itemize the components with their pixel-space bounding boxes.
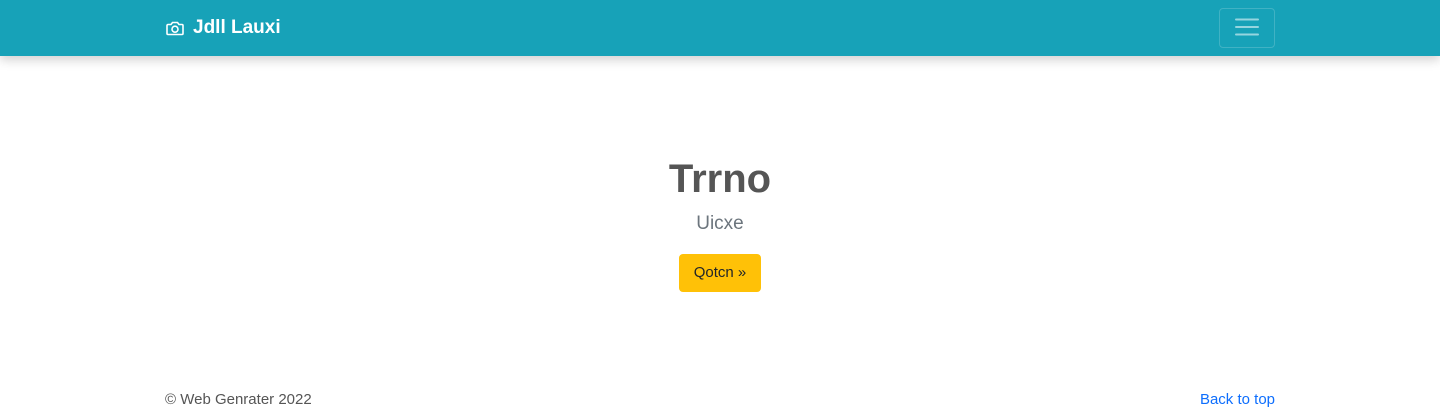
hero-action-button[interactable]: Qotcn » xyxy=(679,254,761,292)
brand-label: Jdll Lauxi xyxy=(193,17,281,38)
navbar-toggler-button[interactable] xyxy=(1219,8,1275,48)
camera-icon xyxy=(165,18,185,38)
hero-section: Trrno Uicxe Qotcn » xyxy=(0,56,1440,356)
hamburger-menu-icon xyxy=(1232,12,1262,45)
brand-link[interactable]: Jdll Lauxi xyxy=(165,16,281,40)
navbar: Jdll Lauxi xyxy=(0,0,1440,56)
hero-title: Trrno xyxy=(668,157,772,201)
back-to-top-link[interactable]: Back to top xyxy=(1200,391,1275,408)
footer-copyright: © Web Genrater 2022 xyxy=(165,391,312,408)
hero-subtitle: Uicxe xyxy=(696,213,744,234)
